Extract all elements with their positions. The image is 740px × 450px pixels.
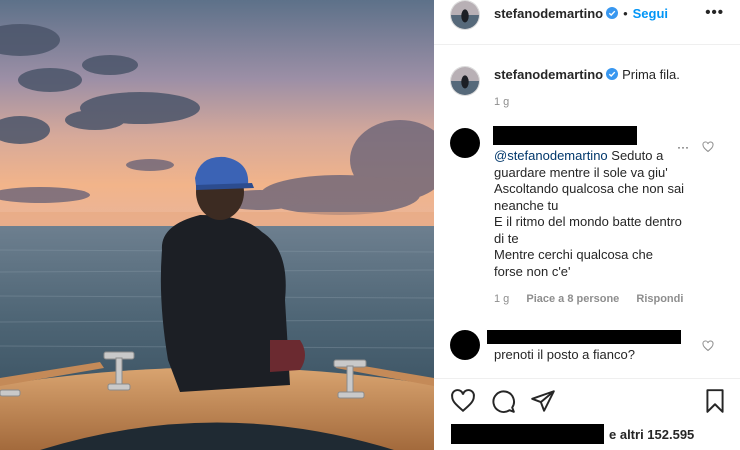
author-avatar[interactable] bbox=[450, 0, 480, 30]
more-options-icon[interactable]: ••• bbox=[705, 4, 724, 21]
comment-line: @stefanodemartino Seduto a bbox=[494, 148, 664, 163]
comment-line: Ascoltando qualcosa che non sai bbox=[494, 181, 685, 196]
post-caption: stefanodemartino Prima fila. bbox=[494, 67, 680, 82]
reply-button[interactable]: Rispondi bbox=[636, 293, 683, 305]
verified-badge-icon bbox=[606, 7, 619, 19]
action-bar bbox=[434, 388, 740, 416]
caption-meta: 1 g bbox=[494, 96, 523, 108]
header-divider bbox=[434, 44, 740, 45]
post-header: stefanodemartino • Segui bbox=[494, 6, 668, 21]
comment-line: forse non c'e' bbox=[494, 263, 571, 279]
verified-badge-icon bbox=[606, 68, 619, 80]
caption-time[interactable]: 1 g bbox=[494, 96, 509, 108]
follow-button[interactable]: Segui bbox=[633, 6, 668, 21]
redacted-username bbox=[493, 126, 637, 145]
comment-line: di te bbox=[494, 230, 519, 246]
comment-line: neanche tu bbox=[494, 197, 559, 213]
comment-icon[interactable] bbox=[490, 388, 516, 414]
comment-mention[interactable]: @stefanodemartino bbox=[494, 148, 608, 163]
author-username[interactable]: stefanodemartino bbox=[494, 6, 603, 21]
caption-avatar[interactable] bbox=[450, 66, 480, 96]
post-side-panel: stefanodemartino • Segui ••• stefanodemart… bbox=[434, 0, 740, 450]
comment-like-heart-icon[interactable] bbox=[702, 340, 714, 352]
commenter-avatar[interactable] bbox=[450, 128, 480, 158]
comment-time[interactable]: 1 g bbox=[494, 293, 509, 305]
caption-username[interactable]: stefanodemartino bbox=[494, 67, 603, 82]
commenter-avatar[interactable] bbox=[450, 330, 480, 360]
caption-text: Prima fila. bbox=[622, 67, 680, 82]
header-separator: • bbox=[623, 6, 628, 21]
comment-line: guardare mentre il sole va giu' bbox=[494, 164, 668, 180]
comment-meta: 1 g Piace a 8 persone Rispondi bbox=[494, 293, 697, 305]
comment-body: prenoti il posto a fianco? bbox=[494, 347, 635, 362]
comment-line: E il ritmo del mondo batte dentro bbox=[494, 214, 682, 229]
redacted-username bbox=[487, 330, 681, 344]
like-heart-icon[interactable] bbox=[450, 388, 476, 414]
comment-likes-link[interactable]: Piace a 8 persone bbox=[526, 293, 619, 305]
comment-line: Mentre cerchi qualcosa che bbox=[494, 247, 653, 262]
likes-count[interactable]: e altri 152.595 bbox=[609, 427, 694, 442]
actions-divider bbox=[434, 378, 740, 379]
redacted-liker bbox=[451, 424, 604, 444]
comment-body: @stefanodemartino Seduto a guardare ment… bbox=[494, 148, 704, 280]
bookmark-icon[interactable] bbox=[702, 388, 728, 414]
post-photo[interactable] bbox=[0, 0, 434, 450]
share-icon[interactable] bbox=[530, 388, 556, 414]
